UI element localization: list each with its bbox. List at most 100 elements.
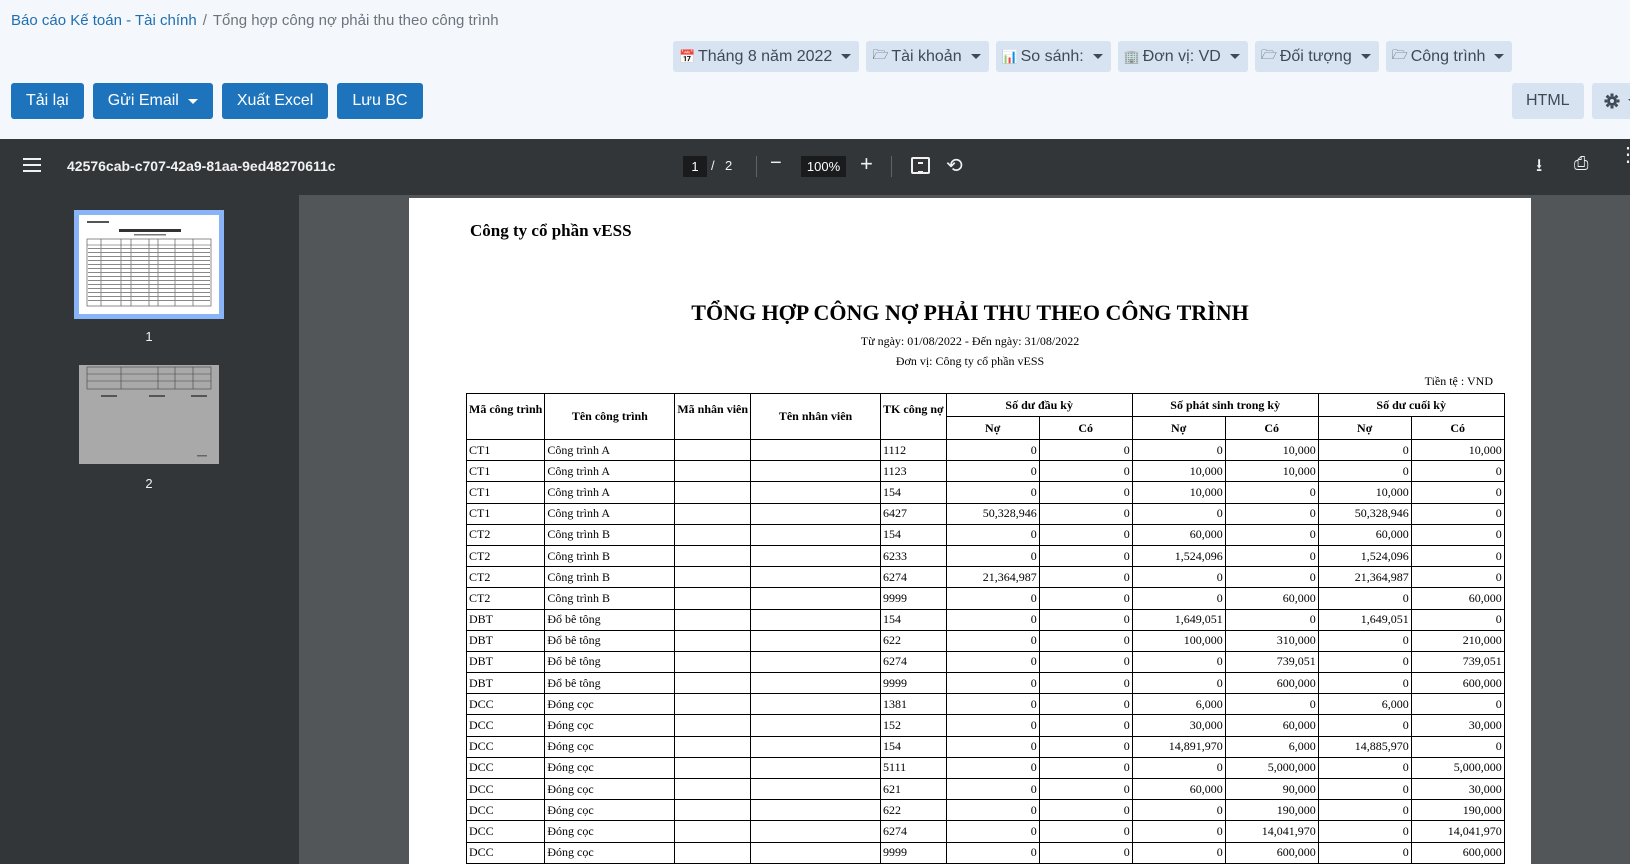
cell-cuoi-ky-no: 0 [1317, 438, 1412, 462]
table-row: CT1 Công trình A 1123 0 0 10,000 10,000 0 0 [465, 460, 1505, 483]
pdf-file-title: 42576cab-c707-42a9-81aa-9ed48270611c [67, 158, 336, 174]
cell-ten-cong-trinh: Công trình A [544, 438, 676, 462]
cell-ten-nhan-vien [750, 799, 882, 822]
cell-dau-ky-no: 0 [945, 756, 1040, 780]
cell-dau-ky-co: 0 [1038, 777, 1133, 801]
zoom-out-icon[interactable]: − [770, 152, 782, 175]
cell-phat-sinh-co: 60,000 [1224, 587, 1319, 610]
filter-dropdown-5[interactable]: 🗁 Công trình [1385, 41, 1513, 72]
cell-phat-sinh-co: 10,000 [1224, 438, 1319, 462]
cell-ten-cong-trinh: Đổ bê tông [544, 672, 676, 695]
menu-icon[interactable] [23, 158, 41, 172]
cell-dau-ky-co: 0 [1038, 608, 1133, 631]
cell-cuoi-ky-no: 0 [1317, 629, 1412, 652]
table-row: DBT Đổ bê tông 9999 0 0 0 600,000 0 600,000 [465, 672, 1505, 695]
zoom-level-input[interactable]: 100% [801, 156, 846, 177]
cell-ten-cong-trinh: Công trình B [544, 587, 676, 610]
cell-dau-ky-co: 0 [1038, 587, 1133, 610]
cell-dau-ky-co: 0 [1038, 544, 1133, 568]
cell-ten-nhan-vien [750, 608, 882, 631]
cell-dau-ky-co: 0 [1038, 672, 1133, 695]
cell-ma-cong-trinh: CT1 [465, 481, 546, 504]
cell-dau-ky-no: 0 [945, 672, 1040, 695]
cell-ten-nhan-vien [750, 544, 882, 568]
cell-cuoi-ky-co: 0 [1410, 693, 1505, 716]
page-thumbnail-1[interactable]: 1 [74, 210, 224, 344]
company-name: Công ty cổ phần vESS [470, 221, 632, 240]
cell-cuoi-ky-no: 6,000 [1317, 693, 1412, 716]
gear-icon [1604, 93, 1620, 109]
cell-dau-ky-no: 0 [945, 481, 1040, 504]
filter-dropdown-0[interactable]: 📅 Tháng 8 năm 2022 [673, 41, 860, 72]
cell-dau-ky-no: 0 [945, 777, 1040, 801]
cell-ma-cong-trinh: CT1 [465, 502, 546, 525]
cell-ten-cong-trinh: Công trình A [544, 502, 676, 525]
cell-tk-cong-no: 621 [880, 777, 947, 801]
cell-ma-cong-trinh: DBT [465, 608, 546, 631]
report-title: TỔNG HỢP CÔNG NỢ PHẢI THU THEO CÔNG TRÌN… [691, 300, 1249, 325]
save-report-button[interactable]: Lưu BC [337, 83, 423, 119]
cell-cuoi-ky-no: 60,000 [1317, 523, 1412, 546]
cell-tk-cong-no: 6233 [880, 544, 947, 568]
header-co: Có [1410, 416, 1505, 440]
table-row: DBT Đổ bê tông 6274 0 0 0 739,051 0 739,051 [465, 650, 1505, 674]
cell-tk-cong-no: 6274 [880, 566, 947, 589]
export-excel-button[interactable]: Xuất Excel [221, 83, 329, 119]
cell-ten-nhan-vien [750, 587, 882, 610]
breadcrumb-link-accounting-reports[interactable]: Báo cáo Kế toán - Tài chính [11, 12, 197, 29]
receivables-table: Mã công trình Tên công trình Mã nhân viê… [465, 393, 1505, 864]
print-icon[interactable]: ⎙ [1574, 153, 1588, 174]
cell-dau-ky-no: 0 [945, 587, 1040, 610]
cell-phat-sinh-co: 10,000 [1224, 460, 1319, 483]
cell-phat-sinh-no: 60,000 [1131, 523, 1226, 546]
cell-dau-ky-no: 0 [945, 820, 1040, 843]
page-number-input[interactable]: 1 [683, 156, 707, 177]
table-row: CT2 Công trình B 6233 0 0 1,524,096 0 1,524,096… [465, 544, 1505, 568]
filter-dropdown-3[interactable]: 🏢 Đơn vị: VD [1117, 41, 1248, 72]
cell-cuoi-ky-no: 21,364,987 [1317, 566, 1412, 589]
zoom-in-icon[interactable]: + [860, 151, 873, 177]
reload-button[interactable]: Tải lại [11, 83, 84, 119]
cell-tk-cong-no: 154 [880, 523, 947, 546]
cell-cuoi-ky-no: 0 [1317, 714, 1412, 737]
cell-dau-ky-co: 0 [1038, 566, 1133, 589]
filter-dropdown-4[interactable]: 🗁 Đối tượng [1254, 41, 1379, 72]
send-email-dropdown[interactable]: Gửi Email [92, 83, 213, 119]
folder-open-icon: 🗁 [1260, 46, 1277, 62]
cell-ma-nhan-vien [674, 714, 752, 737]
cell-phat-sinh-no: 0 [1131, 841, 1226, 864]
filter-dropdown-2[interactable]: 📊 So sánh: [995, 41, 1111, 72]
fit-to-page-icon[interactable] [911, 157, 930, 174]
table-row: DCC Đóng cọc 621 0 0 60,000 90,000 0 30,000 [465, 777, 1505, 801]
cell-cuoi-ky-co: 5,000,000 [1410, 756, 1505, 780]
more-actions-icon[interactable]: ⋮ [1618, 145, 1630, 165]
rotate-icon[interactable]: ⟲ [946, 153, 963, 178]
cell-cuoi-ky-no: 10,000 [1317, 481, 1412, 504]
cell-ma-cong-trinh: DCC [465, 799, 546, 822]
cell-ma-nhan-vien [674, 438, 752, 462]
cell-ten-nhan-vien [750, 735, 882, 758]
bar-chart-icon: 📊 [1001, 48, 1018, 64]
cell-dau-ky-no: 0 [945, 714, 1040, 737]
cell-ten-cong-trinh: Công trình A [544, 460, 676, 483]
thumbnail-sidebar: 1 2 [0, 195, 299, 864]
page-thumbnail-2[interactable]: 2 [79, 365, 219, 491]
settings-dropdown[interactable] [1591, 83, 1630, 119]
html-view-button[interactable]: HTML [1512, 83, 1584, 119]
cell-tk-cong-no: 154 [880, 735, 947, 758]
cell-ma-nhan-vien [674, 481, 752, 504]
cell-ma-cong-trinh: DCC [465, 777, 546, 801]
cell-dau-ky-co: 0 [1038, 693, 1133, 716]
cell-cuoi-ky-co: 14,041,970 [1410, 820, 1505, 843]
cell-ma-nhan-vien [674, 608, 752, 631]
cell-phat-sinh-no: 30,000 [1131, 714, 1226, 737]
cell-ten-nhan-vien [750, 841, 882, 864]
caret-down-icon [1092, 54, 1103, 59]
cell-phat-sinh-co: 0 [1224, 544, 1319, 568]
cell-ten-cong-trinh: Đổ bê tông [544, 650, 676, 674]
cell-ten-cong-trinh: Đóng cọc [544, 756, 676, 780]
cell-dau-ky-co: 0 [1038, 502, 1133, 525]
table-row: DCC Đóng cọc 622 0 0 0 190,000 0 190,000 [465, 799, 1505, 822]
download-icon[interactable]: ⭳ [1536, 153, 1542, 183]
filter-dropdown-1[interactable]: 🗁 Tài khoản [866, 41, 989, 72]
